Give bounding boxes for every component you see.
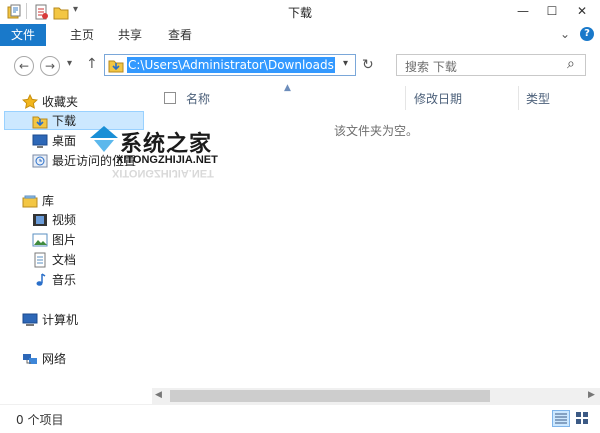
watermark-subtitle: XITONGZHIJIA.NET	[116, 154, 218, 166]
pictures-icon	[32, 233, 48, 247]
desktop-icon	[32, 134, 48, 148]
music-icon	[36, 273, 46, 286]
forward-button[interactable]: →	[40, 56, 60, 76]
recent-locations-icon[interactable]: ▾	[67, 58, 72, 69]
tab-file[interactable]: 文件	[0, 24, 46, 46]
sidebar-item-label: 音乐	[52, 273, 77, 287]
help-icon[interactable]: ?	[580, 27, 594, 41]
watermark-logo-icon	[90, 126, 118, 152]
watermark-reflection: XITONGZHIJIA.NET	[112, 167, 214, 179]
column-header-type[interactable]: 类型	[526, 90, 550, 108]
star-icon	[22, 94, 38, 109]
refresh-button[interactable]: ↻	[362, 57, 374, 73]
scroll-left-icon[interactable]: ◀	[155, 390, 162, 400]
column-header-name[interactable]: 名称	[186, 90, 210, 108]
up-button[interactable]: ↑	[86, 56, 98, 72]
large-icons-view-button[interactable]	[574, 410, 592, 427]
column-divider[interactable]	[405, 86, 406, 110]
tab-home[interactable]: 主页	[62, 24, 102, 46]
title-bar: ▾ 下载 — ☐ ✕	[0, 0, 600, 25]
search-input[interactable]: 搜索 下载	[405, 58, 457, 75]
libraries-icon	[22, 195, 38, 208]
large-icons-view-icon	[576, 412, 588, 424]
horizontal-scrollbar[interactable]: ◀ ▶	[152, 388, 600, 404]
address-toolbar: ← → ▾ ↑ C:\Users\Administrator\Downloads…	[0, 46, 600, 86]
search-icon[interactable]: ⌕	[567, 56, 575, 72]
empty-folder-message: 该文件夹为空。	[334, 124, 419, 138]
sidebar-item-label: 桌面	[52, 134, 77, 148]
documents-icon	[34, 252, 46, 268]
downloads-folder-icon	[108, 60, 124, 73]
ribbon-expand-icon[interactable]: ⌄	[560, 27, 570, 41]
videos-icon	[33, 214, 47, 226]
tab-share[interactable]: 共享	[110, 24, 150, 46]
recent-places-icon	[32, 154, 48, 168]
scroll-right-icon[interactable]: ▶	[588, 390, 595, 400]
sidebar-item-label: 文档	[52, 253, 77, 267]
close-button[interactable]: ✕	[568, 0, 596, 22]
computer-icon	[22, 313, 38, 326]
item-count: 0 个项目	[16, 413, 64, 427]
details-view-icon	[555, 413, 567, 424]
details-view-button[interactable]	[552, 410, 570, 427]
sidebar-computer-label: 计算机	[42, 313, 79, 327]
column-divider[interactable]	[518, 86, 519, 110]
sidebar-libraries-label: 库	[42, 194, 55, 208]
address-dropdown-icon[interactable]: ▾	[343, 58, 348, 69]
select-all-checkbox[interactable]	[164, 92, 176, 104]
sidebar-favorites-label: 收藏夹	[42, 95, 79, 109]
search-box[interactable]: 搜索 下载 ⌕	[396, 54, 586, 76]
maximize-button[interactable]: ☐	[538, 0, 566, 22]
address-bar[interactable]: C:\Users\Administrator\Downloads ▾	[104, 54, 356, 76]
downloads-icon	[32, 116, 48, 129]
status-bar: 0 个项目	[0, 404, 600, 433]
sidebar-network-label: 网络	[42, 352, 67, 366]
network-icon	[23, 354, 37, 364]
sidebar-item-label: 图片	[52, 233, 77, 247]
scrollbar-thumb[interactable]	[170, 390, 490, 402]
back-button[interactable]: ←	[14, 56, 34, 76]
minimize-button[interactable]: —	[509, 0, 537, 22]
sort-ascending-icon: ▲	[284, 83, 291, 93]
tab-view[interactable]: 查看	[160, 24, 200, 46]
watermark: 系统之家 XITONGZHIJIA.NET	[88, 124, 238, 172]
sidebar-item-label: 视频	[52, 213, 77, 227]
column-header-date-modified[interactable]: 修改日期	[414, 90, 462, 108]
ribbon-tabs: 文件 主页 共享 查看 ⌄ ?	[0, 24, 600, 47]
address-path[interactable]: C:\Users\Administrator\Downloads	[127, 57, 335, 73]
sidebar-item-label: 下载	[52, 114, 77, 128]
